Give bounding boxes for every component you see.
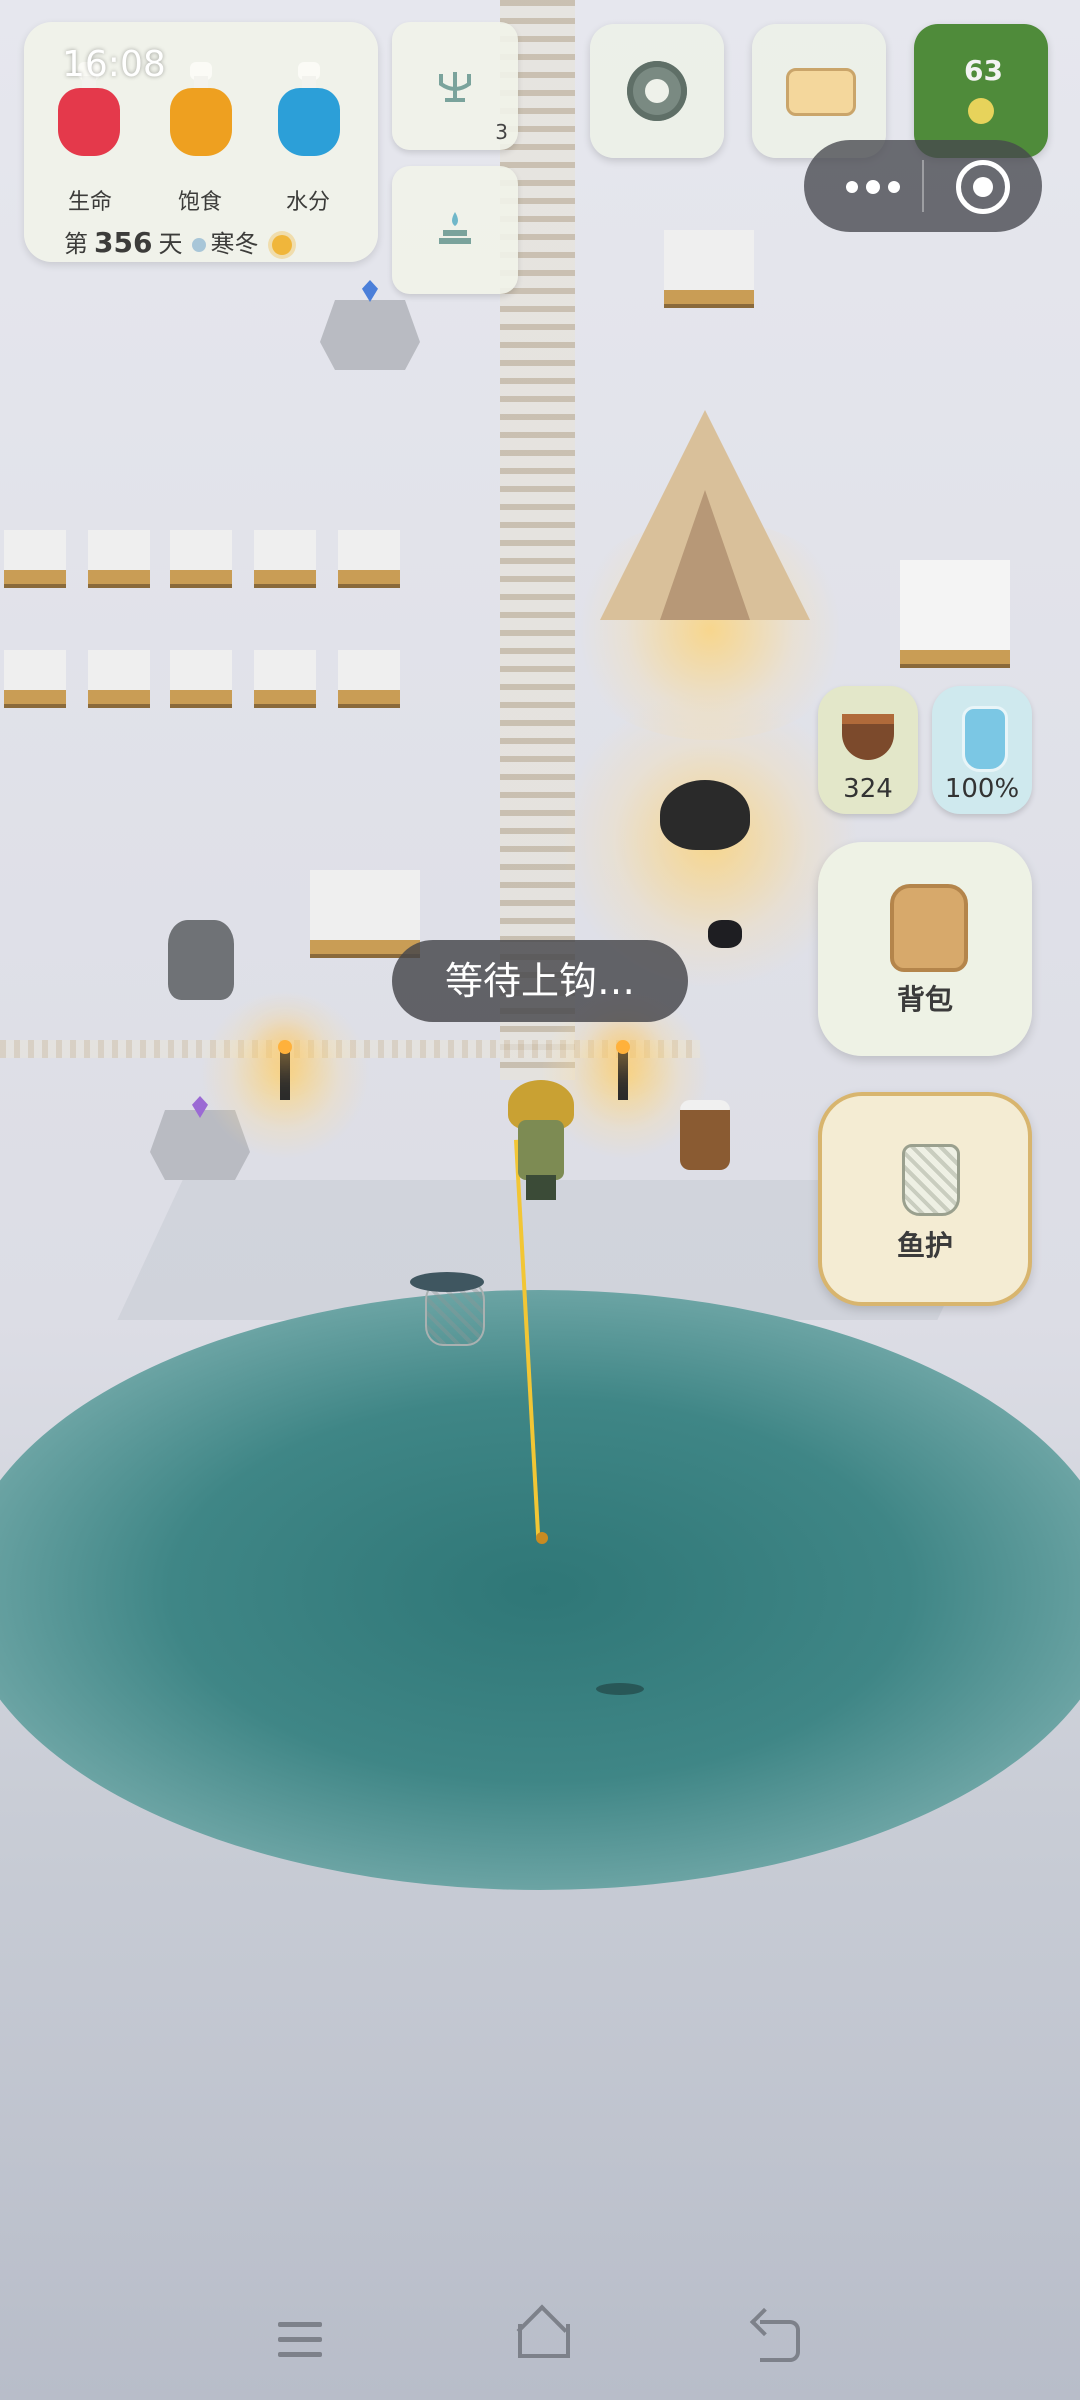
shelf-table: [170, 530, 232, 584]
creel-icon: [902, 1144, 960, 1216]
cooking-rack: [664, 230, 754, 304]
hunger-bottle-icon: [170, 62, 232, 156]
health-fill: [58, 88, 120, 156]
shelf-table: [4, 530, 66, 584]
fountain-icon: [439, 212, 471, 244]
gear-icon: [627, 61, 687, 121]
chat-bubble-icon: [786, 68, 856, 116]
day-prefix: 第: [64, 230, 88, 258]
health-label: 生命: [67, 190, 112, 215]
trident-slot[interactable]: 3: [392, 22, 518, 150]
shelf-table: [254, 530, 316, 584]
fish-shadow: [596, 1683, 644, 1695]
shelf-table: [254, 650, 316, 704]
fish-creel-label: 鱼护: [896, 1229, 953, 1262]
shelf-table: [88, 650, 150, 704]
close-miniprogram-button[interactable]: [956, 160, 1010, 214]
black-cat[interactable]: [708, 920, 742, 948]
shelf-table: [338, 650, 400, 704]
shelf-table: [88, 530, 150, 584]
home-icon[interactable]: [510, 2304, 570, 2370]
water-bottle-icon: [278, 62, 340, 156]
lamp-post: [616, 1040, 630, 1100]
more-menu-button[interactable]: [832, 166, 912, 206]
menu-icon[interactable]: [270, 2310, 330, 2370]
season-label: 寒冬: [210, 230, 259, 258]
well: [900, 560, 1010, 664]
miniprogram-capsule: [804, 140, 1042, 232]
tent[interactable]: [600, 410, 810, 630]
day-counter: 第 356 天寒冬: [64, 224, 293, 259]
stew-bowl-icon: [842, 714, 894, 760]
shrine-stone: [320, 300, 420, 370]
caught-fish: [410, 1272, 484, 1292]
trident-count: 3: [495, 120, 508, 144]
settings-button[interactable]: [590, 24, 724, 158]
food-counter[interactable]: 324: [818, 686, 918, 814]
boardwalk: [500, 0, 575, 1080]
food-value: 324: [843, 774, 893, 804]
water-bottle-icon: [962, 706, 1008, 772]
backpack-button[interactable]: 背包: [818, 842, 1032, 1056]
hunger-label: 饱食: [177, 190, 222, 215]
minimap-button[interactable]: 63: [914, 24, 1048, 158]
capsule-divider: [922, 160, 924, 212]
fishing-bobber: [536, 1532, 548, 1544]
blue-gem: [362, 280, 378, 302]
map-level: 63: [964, 54, 1003, 87]
fish-creel-button[interactable]: 鱼护: [818, 1092, 1032, 1306]
shelf-table: [4, 650, 66, 704]
sun-icon: [272, 235, 293, 255]
water-fill: [278, 88, 340, 156]
workbench: [310, 870, 420, 954]
season-dot-icon: [192, 238, 207, 252]
system-navbar: [0, 2280, 1080, 2400]
frozen-lake[interactable]: [0, 1290, 1080, 1890]
shelf-table: [170, 650, 232, 704]
fountain-slot[interactable]: [392, 166, 518, 294]
hunger-fill: [170, 88, 232, 156]
backpack-icon: [890, 884, 968, 972]
player-character[interactable]: [508, 1080, 574, 1200]
shelf-table: [338, 530, 400, 584]
back-icon[interactable]: [749, 2307, 810, 2370]
water-barrel[interactable]: [680, 1100, 730, 1170]
message-button[interactable]: [752, 24, 886, 158]
trident-icon: [439, 72, 471, 102]
fishing-status-toast: 等待上钩…: [392, 940, 688, 1022]
map-pin-icon: [968, 98, 994, 124]
lamp-post: [278, 1040, 292, 1100]
rock[interactable]: [168, 920, 234, 1000]
day-number: 356: [94, 226, 153, 259]
backpack-label: 背包: [896, 983, 953, 1016]
day-suffix: 天: [158, 230, 183, 258]
water-value: 100%: [944, 774, 1020, 804]
water-label: 水分: [285, 190, 330, 215]
campfire-pot[interactable]: [660, 780, 750, 850]
status-time: 16:08: [62, 44, 166, 85]
water-counter[interactable]: 100%: [932, 686, 1032, 814]
